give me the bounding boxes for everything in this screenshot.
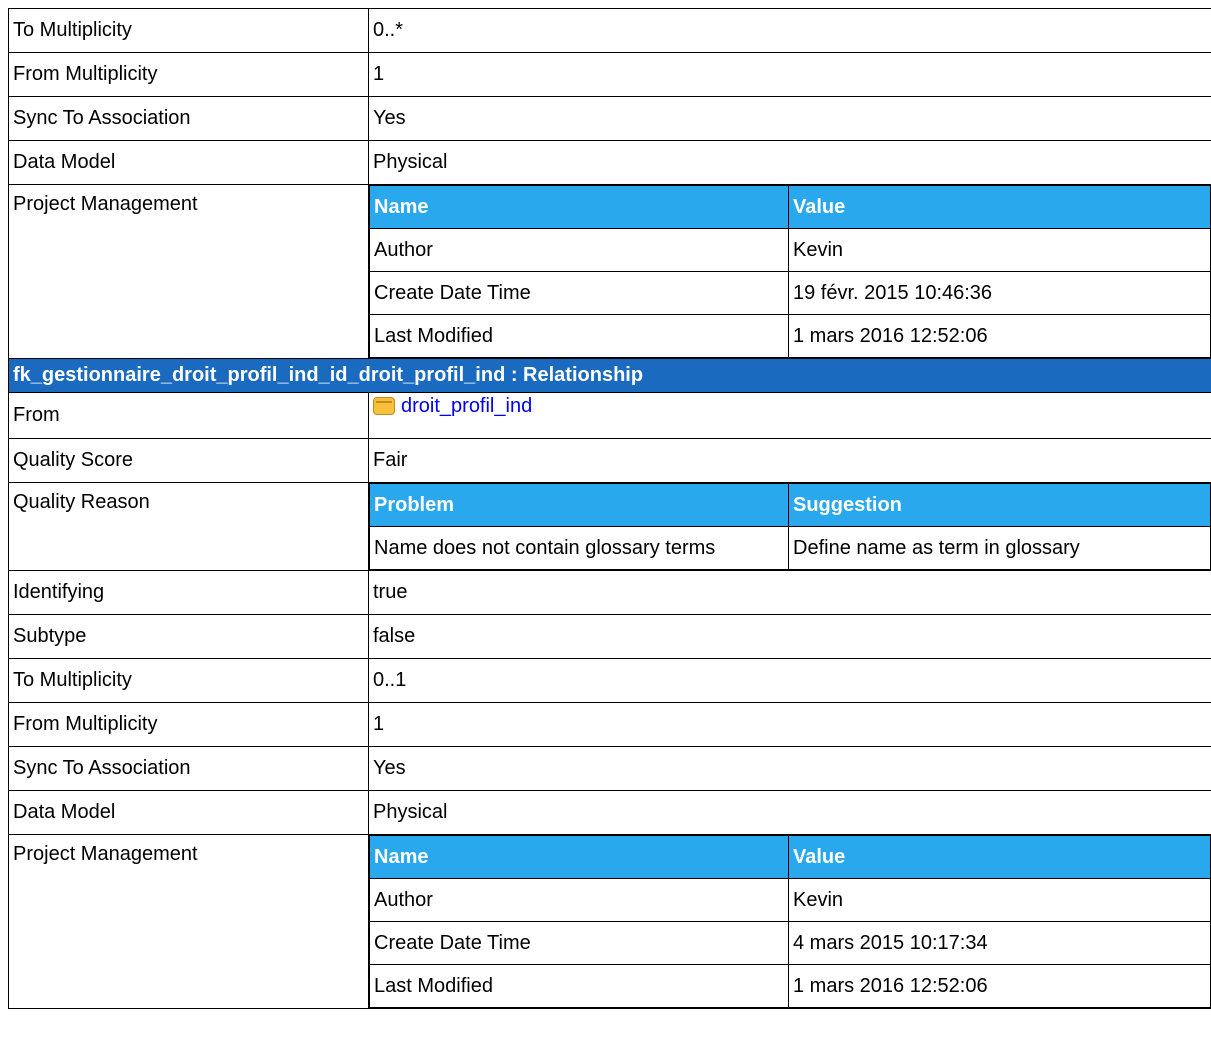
property-row: Subtype false [8, 614, 1211, 659]
property-row: Sync To Association Yes [8, 746, 1211, 791]
property-value: true [368, 570, 1211, 615]
property-value: 1 [368, 702, 1211, 747]
table-row: Create Date Time 4 mars 2015 10:17:34 [369, 921, 1211, 965]
from-entity-link[interactable]: droit_profil_ind [401, 395, 532, 417]
pm-name: Create Date Time [369, 921, 789, 965]
property-value: Fair [368, 438, 1211, 483]
property-row: Data Model Physical [8, 140, 1211, 185]
property-value: Yes [368, 746, 1211, 791]
column-header-name: Name [369, 835, 789, 879]
property-row: To Multiplicity 0..1 [8, 658, 1211, 703]
property-row: From Multiplicity 1 [8, 52, 1211, 97]
pm-name: Last Modified [369, 964, 789, 1008]
property-label: From Multiplicity [8, 52, 369, 97]
property-label: Data Model [8, 140, 369, 185]
table-row: Last Modified 1 mars 2016 12:52:06 [369, 314, 1211, 358]
problem-text: Name does not contain glossary terms [369, 526, 789, 570]
property-row: To Multiplicity 0..* [8, 8, 1211, 53]
pm-value: 1 mars 2016 12:52:06 [788, 964, 1211, 1008]
property-row: Quality Score Fair [8, 438, 1211, 483]
property-label: Project Management [8, 834, 369, 1009]
column-header-problem: Problem [369, 483, 789, 527]
table-row: Name does not contain glossary terms Def… [369, 526, 1211, 570]
property-label: From Multiplicity [8, 702, 369, 747]
property-label: Identifying [8, 570, 369, 615]
property-value: 0..1 [368, 658, 1211, 703]
pm-name: Create Date Time [369, 271, 789, 315]
project-management-table: Name Value Author Kevin Create Date Time… [369, 835, 1211, 1008]
property-label: Quality Score [8, 438, 369, 483]
project-management-row: Project Management Name Value Author Kev… [8, 834, 1211, 1009]
report-page: To Multiplicity 0..* From Multiplicity 1… [0, 0, 1211, 1041]
property-label: To Multiplicity [8, 658, 369, 703]
property-value: Physical [368, 140, 1211, 185]
property-row: Data Model Physical [8, 790, 1211, 835]
pm-name: Author [369, 228, 789, 272]
column-header-value: Value [788, 185, 1211, 229]
table-row: Last Modified 1 mars 2016 12:52:06 [369, 964, 1211, 1008]
table-row: Create Date Time 19 févr. 2015 10:46:36 [369, 271, 1211, 315]
quality-reason-row: Quality Reason Problem Suggestion Name d… [8, 482, 1211, 571]
project-management-table: Name Value Author Kevin Create Date Time… [369, 185, 1211, 358]
table-icon [373, 397, 395, 415]
property-label: Quality Reason [8, 482, 369, 571]
section-title: fk_gestionnaire_droit_profil_ind_id_droi… [8, 358, 1211, 393]
property-label: Sync To Association [8, 746, 369, 791]
suggestion-text: Define name as term in glossary [788, 526, 1211, 570]
property-row: Sync To Association Yes [8, 96, 1211, 141]
column-header-suggestion: Suggestion [788, 483, 1211, 527]
property-value: Yes [368, 96, 1211, 141]
property-label: From [8, 392, 369, 439]
table-row: Author Kevin [369, 878, 1211, 922]
table-row: Author Kevin [369, 228, 1211, 272]
property-label: Project Management [8, 184, 369, 359]
pm-name: Author [369, 878, 789, 922]
property-value: 1 [368, 52, 1211, 97]
property-label: Data Model [8, 790, 369, 835]
property-value: 0..* [368, 8, 1211, 53]
project-management-row: Project Management Name Value Author Kev… [8, 184, 1211, 359]
column-header-value: Value [788, 835, 1211, 879]
column-header-name: Name [369, 185, 789, 229]
pm-value: 1 mars 2016 12:52:06 [788, 314, 1211, 358]
pm-value: 19 févr. 2015 10:46:36 [788, 271, 1211, 315]
property-row: From droit_profil_ind [8, 392, 1211, 439]
property-label: To Multiplicity [8, 8, 369, 53]
property-label: Sync To Association [8, 96, 369, 141]
section-header-row: fk_gestionnaire_droit_profil_ind_id_droi… [8, 358, 1211, 393]
quality-reason-table: Problem Suggestion Name does not contain… [369, 483, 1211, 570]
pm-value: Kevin [788, 228, 1211, 272]
property-value: false [368, 614, 1211, 659]
property-row: From Multiplicity 1 [8, 702, 1211, 747]
pm-value: 4 mars 2015 10:17:34 [788, 921, 1211, 965]
property-value: Physical [368, 790, 1211, 835]
property-row: Identifying true [8, 570, 1211, 615]
pm-value: Kevin [788, 878, 1211, 922]
properties-table: To Multiplicity 0..* From Multiplicity 1… [8, 8, 1211, 1009]
pm-name: Last Modified [369, 314, 789, 358]
property-label: Subtype [8, 614, 369, 659]
